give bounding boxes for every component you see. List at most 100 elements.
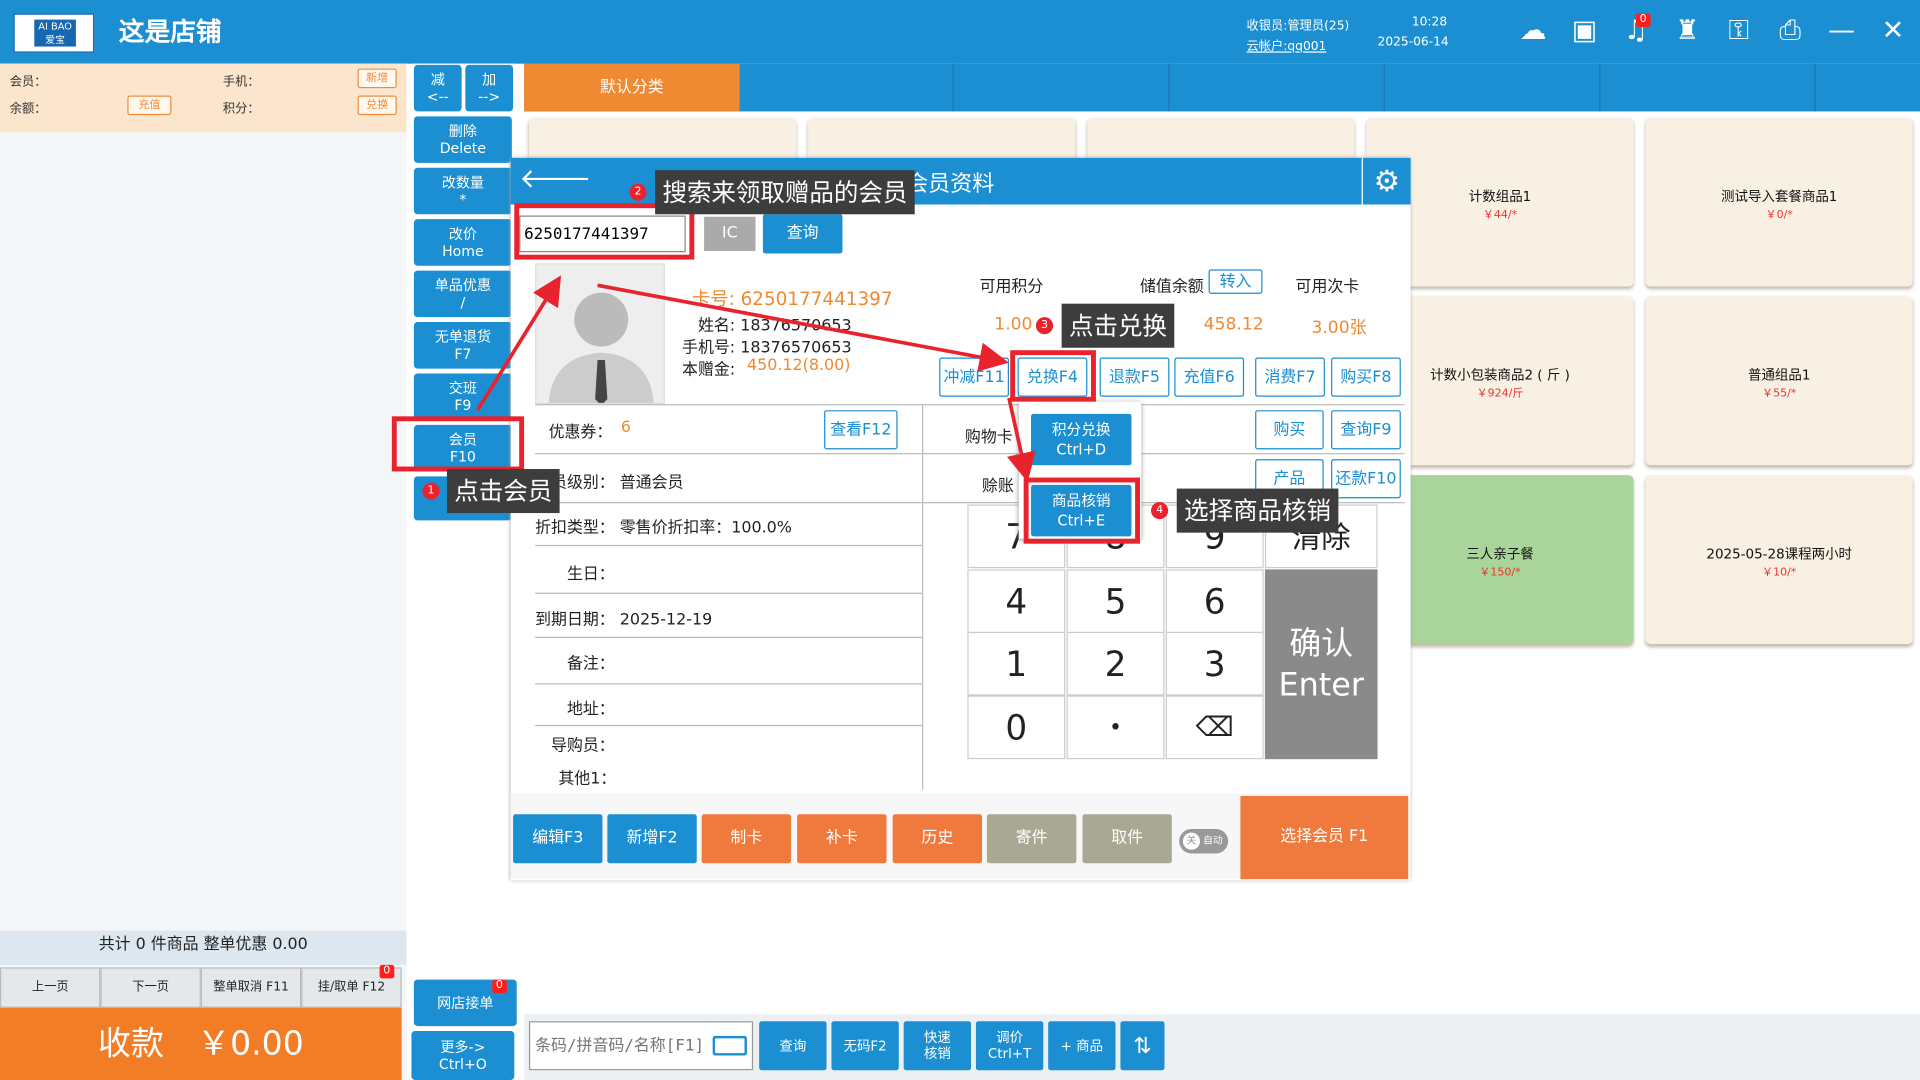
close-icon[interactable]: ✕ bbox=[1876, 15, 1910, 49]
category-tab[interactable] bbox=[740, 63, 954, 112]
product-price: ￥10/* bbox=[1762, 566, 1797, 580]
product-card[interactable]: 普通组品1 ￥55/* bbox=[1645, 296, 1913, 466]
next-page-button[interactable]: 下一页 bbox=[100, 967, 201, 1008]
quick-verify-button[interactable]: 快速 核销 bbox=[903, 1021, 972, 1071]
pickup-button[interactable]: 取件 bbox=[1082, 814, 1172, 864]
prev-page-button[interactable]: 上一页 bbox=[0, 967, 101, 1008]
product-card[interactable] bbox=[528, 117, 796, 162]
divider bbox=[535, 404, 1405, 406]
guide-label: 导购员： bbox=[551, 737, 615, 756]
member-query-button[interactable]: 查询 bbox=[762, 214, 843, 254]
keyboard-icon[interactable] bbox=[712, 1035, 747, 1056]
key-5[interactable]: 5 bbox=[1066, 569, 1165, 634]
product-card[interactable] bbox=[1087, 117, 1355, 162]
view-coupons-button[interactable]: 查看F12 bbox=[824, 410, 898, 450]
points-exchange-option[interactable]: 积分兑换 Ctrl+D bbox=[1031, 413, 1132, 466]
change-price-button[interactable]: 改价 Home bbox=[413, 219, 512, 266]
callout-click-member: 点击会员 bbox=[446, 468, 560, 514]
key-dot[interactable]: • bbox=[1066, 695, 1165, 760]
query-button[interactable]: 查询 bbox=[759, 1021, 827, 1071]
notification-badge: 0 bbox=[1635, 13, 1651, 27]
edit-button[interactable]: 编辑F3 bbox=[513, 814, 603, 864]
cash-drawer-icon[interactable]: ▣ bbox=[1567, 15, 1601, 49]
category-tab[interactable] bbox=[955, 63, 1170, 112]
topup-button[interactable]: 充值F6 bbox=[1174, 357, 1245, 397]
adjust-price-button[interactable]: 调价 Ctrl+T bbox=[975, 1021, 1044, 1071]
toggle-off-label: 关 bbox=[1182, 832, 1201, 850]
decrease-button[interactable]: 减 <-- bbox=[413, 64, 462, 112]
settings-gear-icon[interactable]: ⚙ bbox=[1361, 157, 1411, 205]
product-card[interactable] bbox=[808, 117, 1076, 162]
highlight-exchange-button bbox=[1010, 350, 1096, 402]
other-label: 其他1： bbox=[558, 770, 617, 789]
logo-text: AI BAO bbox=[38, 20, 72, 32]
change-qty-button[interactable]: 改数量 * bbox=[413, 167, 512, 215]
highlight-product-verify bbox=[1023, 477, 1141, 544]
online-orders-badge: 0 bbox=[492, 979, 507, 994]
minimize-icon[interactable]: — bbox=[1825, 15, 1859, 49]
history-button[interactable]: 历史 bbox=[892, 814, 983, 864]
recharge-button[interactable]: 充值 bbox=[127, 95, 172, 116]
more-button[interactable]: 更多-> Ctrl+O bbox=[411, 1031, 515, 1080]
auto-toggle[interactable]: 关 自动 bbox=[1179, 828, 1229, 854]
repay-button[interactable]: 还款F10 bbox=[1331, 459, 1401, 499]
product-price: ￥0/* bbox=[1765, 209, 1793, 222]
delete-button[interactable]: 删除 Delete bbox=[413, 116, 512, 163]
shirt-icon[interactable]: ♜ bbox=[1670, 15, 1704, 49]
consume-button[interactable]: 消费F7 bbox=[1255, 357, 1325, 397]
redeem-button[interactable]: 兑换 bbox=[357, 95, 397, 116]
clock-date: 2025-06-14 bbox=[1377, 35, 1449, 49]
member-name: 姓名: 18376570653 bbox=[697, 317, 852, 336]
key-4[interactable]: 4 bbox=[967, 569, 1066, 634]
birthday-label: 生日： bbox=[566, 565, 615, 585]
make-card-button[interactable]: 制卡 bbox=[701, 814, 792, 864]
cloud-upload-icon[interactable]: ☁ bbox=[1516, 15, 1550, 49]
category-tab-default[interactable]: 默认分类 bbox=[524, 63, 740, 112]
purchase-button[interactable]: 购买F8 bbox=[1331, 357, 1401, 397]
backspace-icon[interactable]: ⌫ bbox=[1165, 695, 1264, 760]
category-tab[interactable] bbox=[1171, 63, 1385, 112]
product-card[interactable]: 2025-05-28课程两小时 ￥10/* bbox=[1645, 475, 1913, 645]
ic-card-button[interactable]: IC bbox=[704, 216, 756, 252]
category-tab[interactable] bbox=[1602, 63, 1816, 112]
buy-card-button[interactable]: 购买 bbox=[1255, 410, 1324, 450]
item-discount-button[interactable]: 单品优惠 / bbox=[413, 270, 512, 318]
cart-total: 共计 0 件商品 整单优惠 0.00 bbox=[0, 930, 407, 965]
product-name: 普通组品1 bbox=[1747, 367, 1811, 384]
product-card[interactable]: 测试导入套餐商品1 ￥0/* bbox=[1645, 117, 1913, 287]
add-product-button[interactable]: + 商品 bbox=[1048, 1021, 1116, 1071]
key-1[interactable]: 1 bbox=[967, 631, 1066, 696]
phone-label: 手机： bbox=[222, 75, 260, 90]
confirm-enter-button[interactable]: 确认 Enter bbox=[1264, 569, 1378, 760]
cancel-order-button[interactable]: 整单取消 F11 bbox=[200, 967, 302, 1008]
printer-icon[interactable]: ⎙ bbox=[1773, 15, 1807, 49]
logo-subtext: 爱宝 bbox=[45, 34, 65, 46]
back-arrow-icon[interactable]: 🡐 bbox=[519, 163, 591, 195]
hang-badge: 0 bbox=[379, 964, 394, 979]
refund-button[interactable]: 退款F5 bbox=[1099, 357, 1170, 397]
select-member-button[interactable]: 选择会员 F1 bbox=[1240, 795, 1409, 880]
step-number-badge: 1 bbox=[422, 482, 440, 500]
coupon-label: 优惠券： bbox=[548, 423, 613, 443]
add-button[interactable]: 新增F2 bbox=[607, 814, 697, 864]
transfer-in-button[interactable]: 转入 bbox=[1208, 269, 1263, 294]
new-member-button[interactable]: 新增 bbox=[357, 68, 397, 89]
key-6[interactable]: 6 bbox=[1165, 569, 1264, 634]
key-3[interactable]: 3 bbox=[1165, 631, 1264, 696]
replace-card-button[interactable]: 补卡 bbox=[797, 814, 887, 864]
category-tab[interactable] bbox=[1386, 63, 1601, 112]
key-2[interactable]: 2 bbox=[1066, 631, 1165, 696]
pay-button[interactable]: 收款 ￥0.00 bbox=[0, 1007, 402, 1080]
deposit-button[interactable]: 寄件 bbox=[986, 814, 1077, 864]
no-receipt-refund-button[interactable]: 无单退货 F7 bbox=[413, 322, 512, 369]
cloud-account-link[interactable]: 云帐户:qq001 bbox=[1247, 36, 1327, 53]
shift-button[interactable]: 交班 F9 bbox=[413, 373, 512, 421]
key-0[interactable]: 0 bbox=[967, 695, 1066, 760]
lock-icon[interactable]: ⚿ bbox=[1722, 15, 1756, 49]
offset-button[interactable]: 冲减F11 bbox=[939, 357, 1009, 397]
step-number-badge: 3 bbox=[1035, 317, 1054, 335]
sort-icon[interactable]: ⇅ bbox=[1120, 1021, 1165, 1071]
increase-button[interactable]: 加 --> bbox=[465, 64, 514, 112]
no-code-button[interactable]: 无码F2 bbox=[831, 1021, 899, 1071]
query-card-button[interactable]: 查询F9 bbox=[1331, 410, 1401, 450]
